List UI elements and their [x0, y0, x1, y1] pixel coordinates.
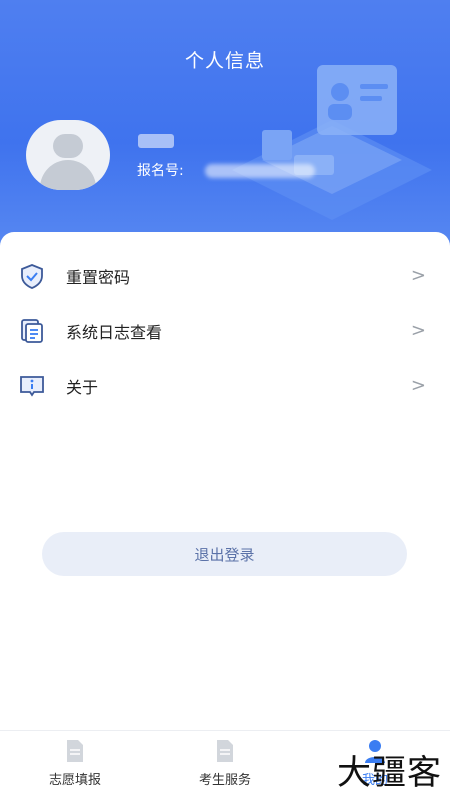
chevron-right-icon: > — [410, 265, 426, 286]
user-name-redacted — [138, 134, 174, 148]
tab-candidate-services[interactable]: 考生服务 — [150, 731, 300, 801]
menu-item-reset-password[interactable]: 重置密码 > — [0, 248, 450, 303]
profile-header: 个人信息 报名号: — [0, 0, 450, 260]
menu-item-label: 关于 — [66, 377, 99, 397]
document-icon — [67, 740, 83, 762]
menu-card: 重置密码 > 系统日志查看 > 关于 > — [0, 232, 450, 730]
logout-button[interactable]: 退出登录 — [42, 532, 407, 576]
registration-label: 报名号: — [137, 163, 184, 179]
chevron-right-icon: > — [410, 320, 426, 341]
menu-item-about[interactable]: 关于 > — [0, 358, 450, 413]
menu-item-label: 系统日志查看 — [66, 322, 163, 342]
tab-label: 考生服务 — [198, 773, 251, 788]
tab-volunteer-application[interactable]: 志愿填报 — [0, 731, 150, 801]
chevron-right-icon: > — [410, 375, 426, 396]
avatar[interactable] — [26, 120, 110, 190]
menu-item-system-log[interactable]: 系统日志查看 > — [0, 303, 450, 358]
id-card-illustration — [232, 65, 432, 220]
info-icon — [20, 375, 44, 397]
document-list-icon — [21, 318, 43, 343]
watermark-text: 大疆客 — [337, 753, 442, 793]
document-icon — [217, 740, 233, 762]
menu-item-label: 重置密码 — [66, 267, 131, 287]
registration-value — [205, 164, 315, 178]
tab-label: 志愿填报 — [48, 773, 101, 788]
shield-check-icon — [21, 263, 43, 289]
